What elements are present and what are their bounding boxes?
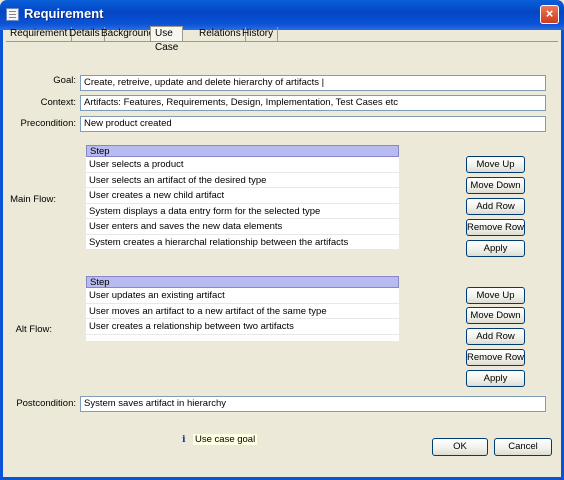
goal-label: Goal:: [53, 75, 76, 86]
table-row[interactable]: User enters and saves the new data eleme…: [86, 219, 399, 235]
table-row[interactable]: User creates a new child artifact: [86, 188, 399, 204]
main-move-down-button[interactable]: Move Down: [466, 177, 525, 194]
info-icon: i: [182, 434, 186, 445]
alt-flow-header[interactable]: Step: [86, 276, 399, 288]
app-icon: [6, 8, 19, 21]
alt-flow-label: Alt Flow:: [15, 324, 52, 335]
table-row[interactable]: User selects a product: [86, 157, 399, 173]
hint-text: Use case goal: [193, 434, 258, 445]
precondition-label: Precondition:: [20, 118, 76, 129]
goal-field[interactable]: Create, retreive, update and delete hier…: [80, 75, 546, 91]
main-flow-table[interactable]: Step User selects a product User selects…: [86, 145, 399, 250]
ok-button[interactable]: OK: [432, 438, 488, 456]
cancel-button[interactable]: Cancel: [494, 438, 552, 456]
tab-history[interactable]: History: [238, 27, 279, 41]
main-move-up-button[interactable]: Move Up: [466, 156, 525, 173]
tab-divider: [6, 41, 558, 42]
main-flow-header[interactable]: Step: [86, 145, 399, 157]
tab-use-case[interactable]: Use Case: [150, 26, 184, 53]
postcondition-label: Postcondition:: [16, 398, 76, 409]
main-apply-button[interactable]: Apply: [466, 240, 525, 257]
window-title: Requirement: [24, 6, 104, 21]
table-row[interactable]: System displays a data entry form for th…: [86, 204, 399, 219]
window-titlebar[interactable]: Requirement ×: [0, 0, 564, 30]
table-row[interactable]: User selects an artifact of the desired …: [86, 173, 399, 188]
table-row[interactable]: User updates an existing artifact: [86, 288, 399, 304]
main-flow-label: Main Flow:: [10, 194, 56, 205]
context-field[interactable]: Artifacts: Features, Requirements, Desig…: [80, 95, 546, 111]
alt-remove-row-button[interactable]: Remove Row: [466, 349, 525, 366]
alt-flow-table[interactable]: Step User updates an existing artifact U…: [86, 276, 399, 341]
tab-requirement[interactable]: Requirement: [6, 27, 73, 41]
precondition-field[interactable]: New product created: [80, 116, 546, 132]
postcondition-field[interactable]: System saves artifact in hierarchy: [80, 396, 546, 412]
alt-move-up-button[interactable]: Move Up: [466, 287, 525, 304]
context-label: Context:: [40, 97, 76, 108]
alt-move-down-button[interactable]: Move Down: [466, 307, 525, 324]
main-remove-row-button[interactable]: Remove Row: [466, 219, 525, 236]
table-row[interactable]: System creates a hierarchal relationship…: [86, 235, 399, 250]
main-add-row-button[interactable]: Add Row: [466, 198, 525, 215]
close-icon[interactable]: ×: [540, 5, 559, 24]
table-row[interactable]: User creates a relationship between two …: [86, 319, 399, 335]
alt-add-row-button[interactable]: Add Row: [466, 328, 525, 345]
table-row[interactable]: User moves an artifact to a new artifact…: [86, 304, 399, 319]
hint-bar: i Use case goal: [182, 433, 258, 447]
alt-apply-button[interactable]: Apply: [466, 370, 525, 387]
